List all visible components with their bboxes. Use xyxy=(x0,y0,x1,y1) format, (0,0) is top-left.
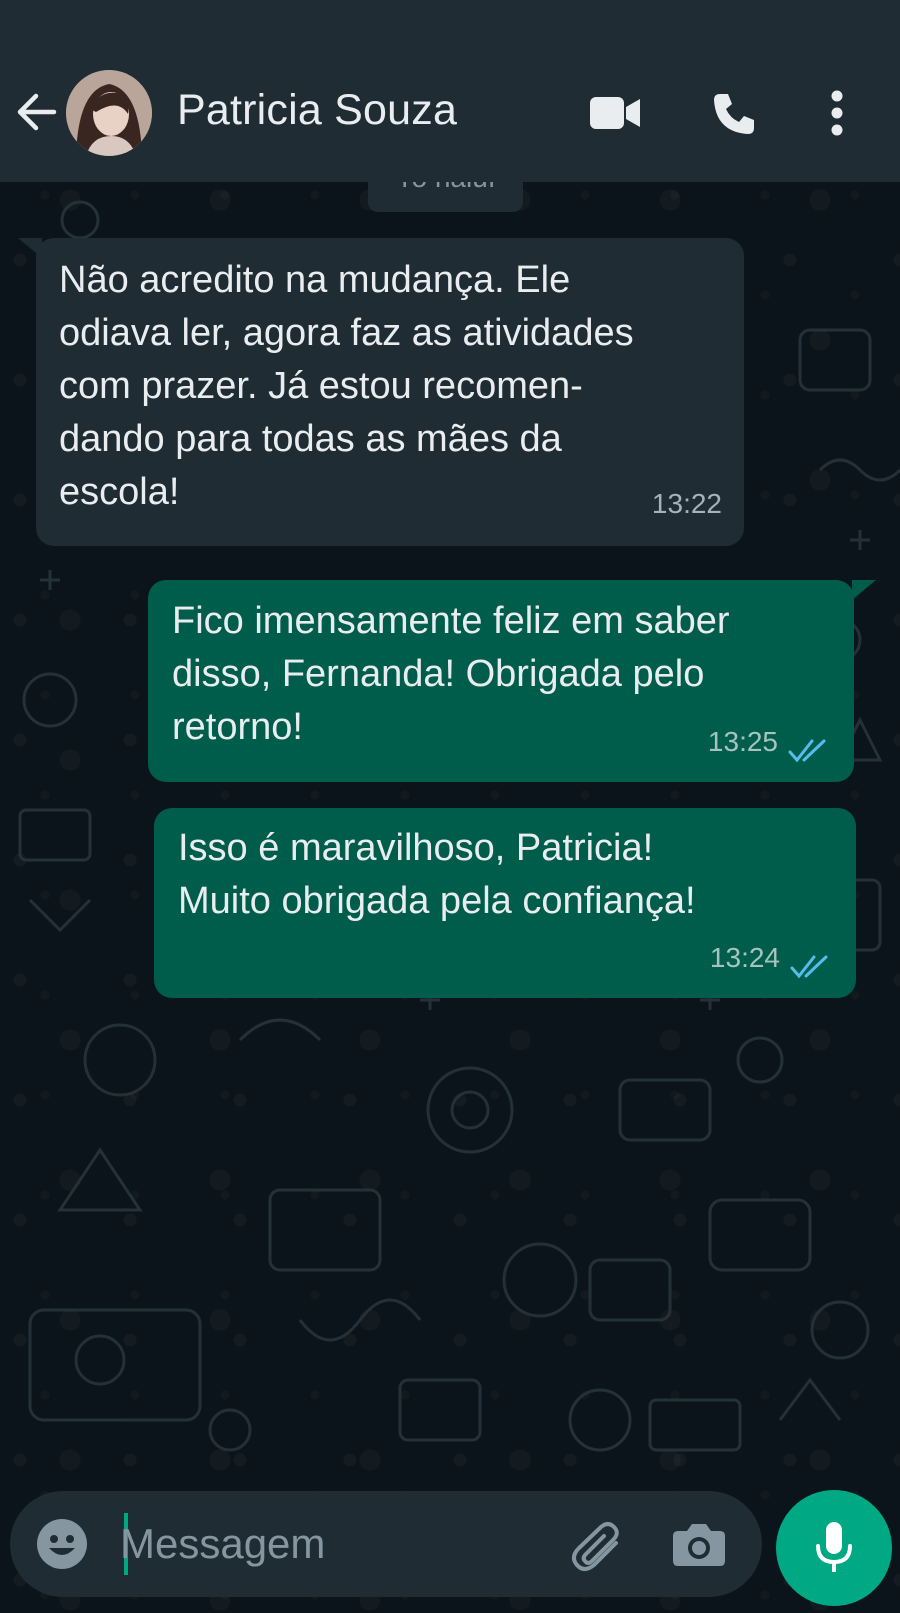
message-time: 13:22 xyxy=(651,488,722,519)
message-text: Isso é maravilhoso, Patricia! Muito obri… xyxy=(178,827,696,922)
message-bubble-incoming[interactable]: Não acredito na mudança. Ele odiava ler,… xyxy=(36,238,744,546)
read-receipt-icon xyxy=(788,739,826,763)
contact-name[interactable]: Patricia Souza xyxy=(177,86,457,135)
microphone-icon xyxy=(816,1522,852,1572)
message-composer xyxy=(10,1491,762,1597)
read-receipt-icon xyxy=(790,955,828,979)
phone-icon[interactable] xyxy=(710,90,758,138)
message-time: 13:24 xyxy=(709,942,780,973)
emoji-icon[interactable] xyxy=(36,1518,88,1570)
message-text: Fico imensamente feliz em saber disso, F… xyxy=(172,600,730,748)
more-vertical-icon[interactable] xyxy=(830,90,844,136)
chat-header: Patricia Souza xyxy=(0,0,900,182)
bubble-tail-icon xyxy=(852,580,876,600)
arrow-left-icon[interactable] xyxy=(14,90,58,134)
message-bubble-outgoing[interactable]: Isso é maravilhoso, Patricia! Muito obri… xyxy=(154,808,856,998)
message-time: 13:25 xyxy=(707,726,778,757)
message-bubble-outgoing[interactable]: Fico imensamente feliz em saber disso, F… xyxy=(148,580,854,782)
video-call-icon[interactable] xyxy=(588,94,642,132)
voice-record-button[interactable] xyxy=(776,1490,892,1606)
message-input[interactable] xyxy=(118,1513,552,1575)
paperclip-icon[interactable] xyxy=(570,1521,626,1573)
message-text: Não acredito na mudança. Ele odiava ler,… xyxy=(59,259,634,513)
bubble-tail-icon xyxy=(18,238,42,258)
avatar[interactable] xyxy=(66,70,152,156)
camera-icon[interactable] xyxy=(672,1521,726,1567)
